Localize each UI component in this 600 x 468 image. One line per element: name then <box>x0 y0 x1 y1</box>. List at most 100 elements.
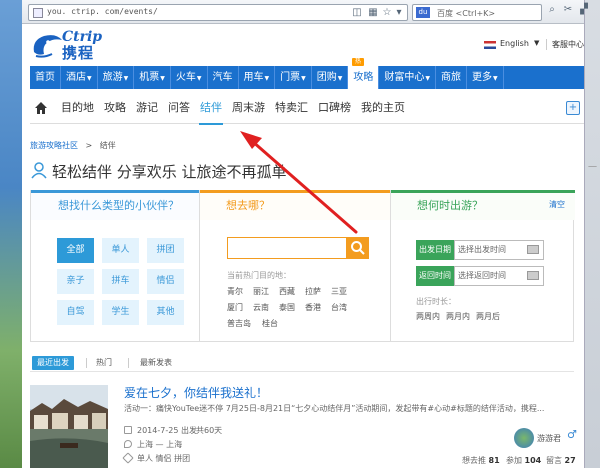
nav-item-label: 火车 <box>175 72 196 83</box>
companion-type-button[interactable]: 拼车 <box>102 269 139 294</box>
tools-icon[interactable]: ✂ <box>562 4 574 16</box>
browser-search-box[interactable]: du 百度 <Ctrl+K> <box>412 4 542 21</box>
city-link[interactable]: 桂台 <box>262 318 278 329</box>
location-icon <box>124 440 132 448</box>
nav-item[interactable]: 机票▼ <box>134 66 171 89</box>
city-link[interactable]: 云南 <box>253 302 269 313</box>
list-tab[interactable]: 热门 <box>96 356 112 370</box>
sub-nav-item[interactable]: 游记 <box>131 92 163 124</box>
chevron-down-icon: ▼ <box>196 75 202 82</box>
header-divider <box>546 39 547 50</box>
post-tags: 单人 情侣 拼团 <box>137 454 191 463</box>
nav-item[interactable]: 商旅 <box>436 66 467 89</box>
calendar-icon[interactable] <box>527 271 539 280</box>
post-route: 上海 — 上海 <box>137 440 183 449</box>
destination-search-button[interactable] <box>347 237 369 259</box>
search-icon[interactable]: ⌕ <box>546 4 558 16</box>
nav-item-label: 商旅 <box>441 72 461 83</box>
sub-nav-item[interactable]: 目的地 <box>56 92 99 124</box>
author-name[interactable]: 游游君 <box>537 433 561 444</box>
trip-length-option[interactable]: 两月后 <box>476 311 500 322</box>
service-center-link[interactable]: 客服中心 <box>552 39 584 50</box>
nav-item-label: 旅游 <box>102 72 123 83</box>
trip-length-option[interactable]: 两周内 <box>416 311 440 322</box>
browser-scrollbar[interactable] <box>584 0 600 468</box>
nav-item[interactable]: 旅游▼ <box>98 66 135 89</box>
city-link[interactable]: 西藏 <box>279 286 295 297</box>
qr-code-icon[interactable]: ▦ <box>367 7 379 19</box>
tab-divider <box>86 358 87 368</box>
calendar-icon[interactable] <box>527 245 539 254</box>
nav-item-label: 汽车 <box>212 72 233 83</box>
companion-type-button[interactable]: 学生 <box>102 300 139 325</box>
city-link[interactable]: 三亚 <box>331 286 347 297</box>
nav-item-label: 用车 <box>243 72 264 83</box>
breadcrumb-root[interactable]: 旅游攻略社区 <box>30 141 78 150</box>
city-link[interactable]: 普吉岛 <box>227 318 251 329</box>
nav-item[interactable]: 财富中心▼ <box>379 66 436 89</box>
companion-type-button[interactable]: 亲子 <box>57 269 94 294</box>
author-avatar[interactable] <box>514 428 534 448</box>
sub-nav-item[interactable]: 特卖汇 <box>270 92 313 124</box>
city-link[interactable]: 青尔 <box>227 286 243 297</box>
apps-grid-icon[interactable]: ▞ <box>578 4 590 16</box>
nav-item[interactable]: 用车▼ <box>239 66 276 89</box>
depart-date-button[interactable]: 出发日期 <box>416 240 454 260</box>
publish-icon[interactable]: + <box>566 101 580 115</box>
companion-type-button[interactable]: 全部 <box>57 238 94 263</box>
nav-item[interactable]: 酒店▼ <box>61 66 98 89</box>
companion-type-button[interactable]: 拼团 <box>147 238 184 263</box>
post-thumbnail[interactable] <box>30 385 108 468</box>
column-divider <box>199 190 200 342</box>
browser-toolbar: you. ctrip. com/events/ ◫ ▦ ☆ ▾ du 百度 <C… <box>22 0 588 24</box>
address-bar[interactable]: you. ctrip. com/events/ ◫ ▦ ☆ ▾ <box>28 4 408 21</box>
city-link[interactable]: 丽江 <box>253 286 269 297</box>
post-days: 共60天 <box>196 426 223 435</box>
ctrip-dolphin-logo-icon[interactable] <box>30 30 66 60</box>
companion-type-button[interactable]: 其他 <box>147 300 184 325</box>
trip-length-label: 出行时长： <box>416 297 456 306</box>
language-selector[interactable]: English <box>500 39 529 48</box>
sub-nav-item[interactable]: 口碑榜 <box>313 92 356 124</box>
destination-input[interactable] <box>227 237 347 259</box>
clear-filter-link[interactable]: 清空 <box>549 199 565 210</box>
return-date-button[interactable]: 返回时间 <box>416 266 454 286</box>
dropdown-arrow-icon[interactable]: ▾ <box>393 7 405 19</box>
companion-type-button[interactable]: 单人 <box>102 238 139 263</box>
sub-nav-item[interactable]: 周末游 <box>227 92 270 124</box>
nav-item[interactable]: 门票▼ <box>275 66 312 89</box>
shield-icon[interactable]: ◫ <box>351 7 363 19</box>
trip-length-option[interactable]: 两月内 <box>446 311 470 322</box>
desktop-background <box>0 0 22 468</box>
city-link[interactable]: 拉萨 <box>305 286 321 297</box>
breadcrumb-sep: > <box>85 141 93 150</box>
city-link[interactable]: 厦门 <box>227 302 243 313</box>
list-tab[interactable]: 最新发表 <box>140 356 172 370</box>
chevron-down-icon[interactable]: ▼ <box>534 39 539 47</box>
post-description: 活动一：痛快YouTee迷不停 7月25日-8月21日“七夕心动结伴月”活动期间… <box>124 404 545 413</box>
home-icon[interactable] <box>32 99 50 117</box>
nav-item[interactable]: 更多▼ <box>467 66 504 89</box>
nav-item[interactable]: 火车▼ <box>171 66 208 89</box>
post-title-link[interactable]: 爱在七夕，你结伴我送礼！ <box>124 384 268 401</box>
hot-badge: 热 <box>352 58 364 66</box>
city-link[interactable]: 香港 <box>305 302 321 313</box>
companion-type-button[interactable]: 情侣 <box>147 269 184 294</box>
companion-type-button[interactable]: 自驾 <box>57 300 94 325</box>
city-link[interactable]: 泰国 <box>279 302 295 313</box>
sub-nav-item[interactable]: 结伴 <box>195 92 227 125</box>
sub-nav-item[interactable]: 我的主页 <box>356 92 410 124</box>
logo-text-cn[interactable]: 携程 <box>62 42 94 63</box>
list-tab[interactable]: 最近出发 <box>32 356 74 370</box>
post-stat-value: 104 <box>524 456 542 465</box>
nav-item[interactable]: 首页 <box>30 66 61 89</box>
star-icon[interactable]: ☆ <box>381 7 393 19</box>
sub-nav-item[interactable]: 问答 <box>163 92 195 124</box>
nav-item[interactable]: 攻略 <box>348 66 380 89</box>
nav-item[interactable]: 汽车 <box>208 66 239 89</box>
sub-nav-item[interactable]: 攻略 <box>99 92 131 124</box>
city-link[interactable]: 台湾 <box>331 302 347 313</box>
nav-item[interactable]: 团购▼ <box>312 66 349 89</box>
hot-destinations-label: 当前热门目的地： <box>227 271 291 280</box>
date-filter-title: 想何时出游？ <box>391 190 575 220</box>
